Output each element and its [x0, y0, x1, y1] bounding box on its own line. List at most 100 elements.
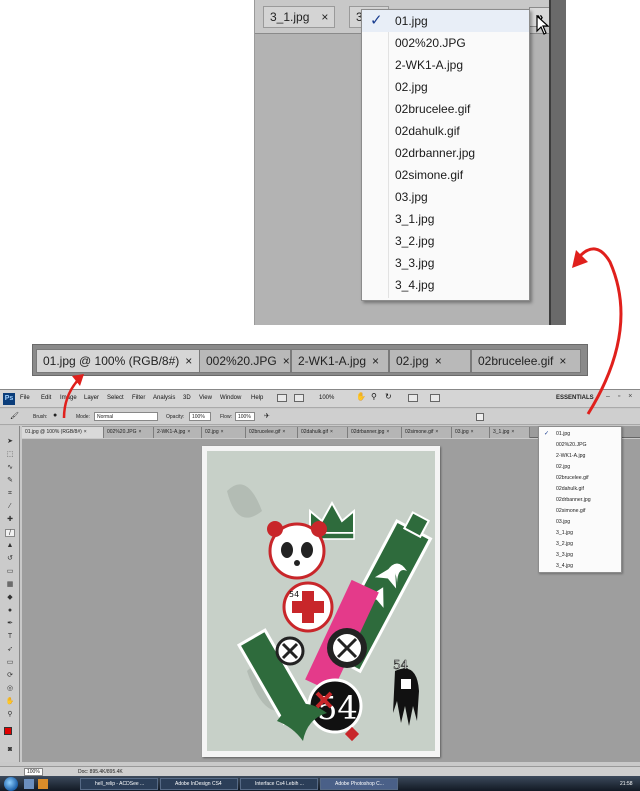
close-icon[interactable]: ×	[559, 354, 566, 368]
document-canvas[interactable]: 54 54 54	[202, 446, 440, 757]
zoom-level-menu[interactable]: 100%	[319, 395, 334, 401]
document-tab[interactable]: 3_1.jpg ×	[490, 427, 530, 438]
pen-tool-icon[interactable]: ✒	[5, 620, 15, 628]
foreground-color-swatch[interactable]	[4, 727, 12, 735]
taskbar-indesign[interactable]: Adobe InDesign CS4	[160, 778, 238, 790]
menu-edit[interactable]: Edit	[41, 395, 51, 401]
menu-item-file-small[interactable]: ✓ 01.jpg	[539, 429, 621, 440]
move-tool-icon[interactable]: ➤	[5, 438, 15, 446]
document-tab[interactable]: 02.jpg ×	[202, 427, 246, 438]
path-select-tool-icon[interactable]: ➶	[5, 646, 15, 654]
menu-item-file-small[interactable]: 3_4.jpg	[539, 561, 621, 572]
document-tab[interactable]: 02simone.gif ×	[402, 427, 452, 438]
tab-01-jpg[interactable]: 01.jpg @ 100% (RGB/8#) ×	[36, 349, 200, 373]
hand-icon[interactable]: ✋	[356, 392, 366, 401]
menu-window[interactable]: Window	[220, 395, 241, 401]
menu-item-file[interactable]: 2-WK1-A.jpg	[362, 54, 529, 76]
close-icon[interactable]: ×	[435, 354, 442, 368]
clone-stamp-tool-icon[interactable]: ▲	[5, 542, 15, 550]
menu-item-file[interactable]: 02brucelee.gif	[362, 98, 529, 120]
tab-02brucelee-gif[interactable]: 02brucelee.gif ×	[471, 349, 581, 373]
document-tab[interactable]: 2-WK1-A.jpg ×	[154, 427, 202, 438]
menu-item-file-small[interactable]: 2-WK1-A.jpg	[539, 451, 621, 462]
menu-item-file-small[interactable]: 002%20.JPG	[539, 440, 621, 451]
close-icon[interactable]: ×	[187, 429, 190, 435]
menu-item-file-small[interactable]: 02dahulk.gif	[539, 484, 621, 495]
document-tab[interactable]: 01.jpg @ 100% (RGB/8#) ×	[22, 427, 104, 438]
zoom-icon[interactable]: ⚲	[371, 392, 377, 401]
taskbar-acdsee[interactable]: hell_relip - ACDSee ...	[80, 778, 158, 790]
hand-tool-icon[interactable]: ✋	[5, 698, 15, 706]
tab-3-1[interactable]: 3_1.jpg ×	[263, 6, 336, 28]
document-tab[interactable]: 02drbanner.jpg ×	[348, 427, 402, 438]
close-icon[interactable]: ×	[138, 429, 141, 435]
close-icon[interactable]: ×	[471, 429, 474, 435]
eraser-tool-icon[interactable]: ▭	[5, 568, 15, 576]
close-icon[interactable]: ×	[282, 429, 285, 435]
mode-select[interactable]: Normal	[94, 412, 158, 421]
minibridge-icon[interactable]	[294, 394, 304, 402]
document-tab[interactable]: 03.jpg ×	[452, 427, 490, 438]
menu-item-file-small[interactable]: 3_2.jpg	[539, 539, 621, 550]
brush-picker-icon[interactable]: ●	[53, 412, 57, 419]
menu-item-file-small[interactable]: 02drbanner.jpg	[539, 495, 621, 506]
document-tab[interactable]: 02brucelee.gif ×	[246, 427, 298, 438]
shape-tool-icon[interactable]: ▭	[5, 659, 15, 667]
menu-file[interactable]: File	[20, 395, 30, 401]
brush-tool-icon[interactable]: 🖌	[10, 412, 19, 420]
3d-orbit-tool-icon[interactable]: ◎	[5, 685, 15, 693]
blur-tool-icon[interactable]: ◆	[5, 594, 15, 602]
taskbar-interface[interactable]: Interface Cs4 Lebih ...	[240, 778, 318, 790]
menu-item-file[interactable]: 03.jpg	[362, 186, 529, 208]
quick-select-tool-icon[interactable]: ✎	[5, 477, 15, 485]
menu-view[interactable]: View	[199, 395, 212, 401]
bridge-icon[interactable]	[277, 394, 287, 402]
tab-2-wk1-a-jpg[interactable]: 2-WK1-A.jpg ×	[291, 349, 389, 373]
close-icon[interactable]: ×	[283, 354, 290, 368]
close-icon[interactable]: ×	[511, 429, 514, 435]
close-icon[interactable]: ×	[84, 429, 87, 435]
menu-item-file-small[interactable]: 03.jpg	[539, 517, 621, 528]
menu-item-file[interactable]: 3_3.jpg	[362, 252, 529, 274]
airbrush-icon[interactable]: ✈	[264, 412, 270, 420]
start-button[interactable]	[4, 777, 18, 791]
menu-filter[interactable]: Filter	[132, 395, 145, 401]
menu-item-file[interactable]: 3_1.jpg	[362, 208, 529, 230]
menu-layer[interactable]: Layer	[84, 395, 99, 401]
menu-item-file[interactable]: 002%20.JPG	[362, 32, 529, 54]
document-tab[interactable]: 002%20.JPG ×	[104, 427, 154, 438]
opacity-field[interactable]: 100%	[189, 412, 211, 421]
workspace-switcher[interactable]: ESSENTIALS	[556, 395, 594, 401]
menu-help[interactable]: Help	[251, 395, 263, 401]
quicklaunch-icon[interactable]	[24, 779, 34, 789]
menu-item-file[interactable]: 02dahulk.gif	[362, 120, 529, 142]
screen-mode-icon[interactable]	[430, 394, 440, 402]
brush-panel-icon[interactable]	[476, 413, 484, 421]
menu-item-file-small[interactable]: 02simone.gif	[539, 506, 621, 517]
menu-select[interactable]: Select	[107, 395, 124, 401]
quicklaunch-icon-2[interactable]	[38, 779, 48, 789]
menu-item-file[interactable]: 02simone.gif	[362, 164, 529, 186]
menu-item-file-small[interactable]: 3_3.jpg	[539, 550, 621, 561]
3d-rotate-tool-icon[interactable]: ⟳	[5, 672, 15, 680]
close-icon[interactable]: ×	[386, 429, 389, 435]
crop-tool-icon[interactable]: ⌗	[5, 490, 15, 498]
document-tab[interactable]: 02dahulk.gif ×	[298, 427, 348, 438]
lasso-tool-icon[interactable]: ∿	[5, 464, 15, 472]
marquee-tool-icon[interactable]: ⬚	[5, 451, 15, 459]
menu-item-file[interactable]: 3_4.jpg	[362, 274, 529, 296]
close-icon[interactable]: ×	[330, 429, 333, 435]
dodge-tool-icon[interactable]: ●	[5, 607, 15, 615]
menu-item-file-small[interactable]: 02.jpg	[539, 462, 621, 473]
window-controls[interactable]: – ▫ ×	[606, 393, 635, 400]
menu-item-file[interactable]: 02.jpg	[362, 76, 529, 98]
brush-tool-icon-active[interactable]: /	[5, 529, 15, 537]
eyedropper-tool-icon[interactable]: ⁄	[5, 503, 15, 511]
close-icon[interactable]: ×	[435, 429, 438, 435]
menu-item-file[interactable]: 02drbanner.jpg	[362, 142, 529, 164]
menu-3d[interactable]: 3D	[183, 395, 191, 401]
arrange-icon[interactable]	[408, 394, 418, 402]
flow-field[interactable]: 100%	[235, 412, 255, 421]
close-icon[interactable]: ×	[221, 429, 224, 435]
close-icon[interactable]: ×	[321, 10, 328, 24]
